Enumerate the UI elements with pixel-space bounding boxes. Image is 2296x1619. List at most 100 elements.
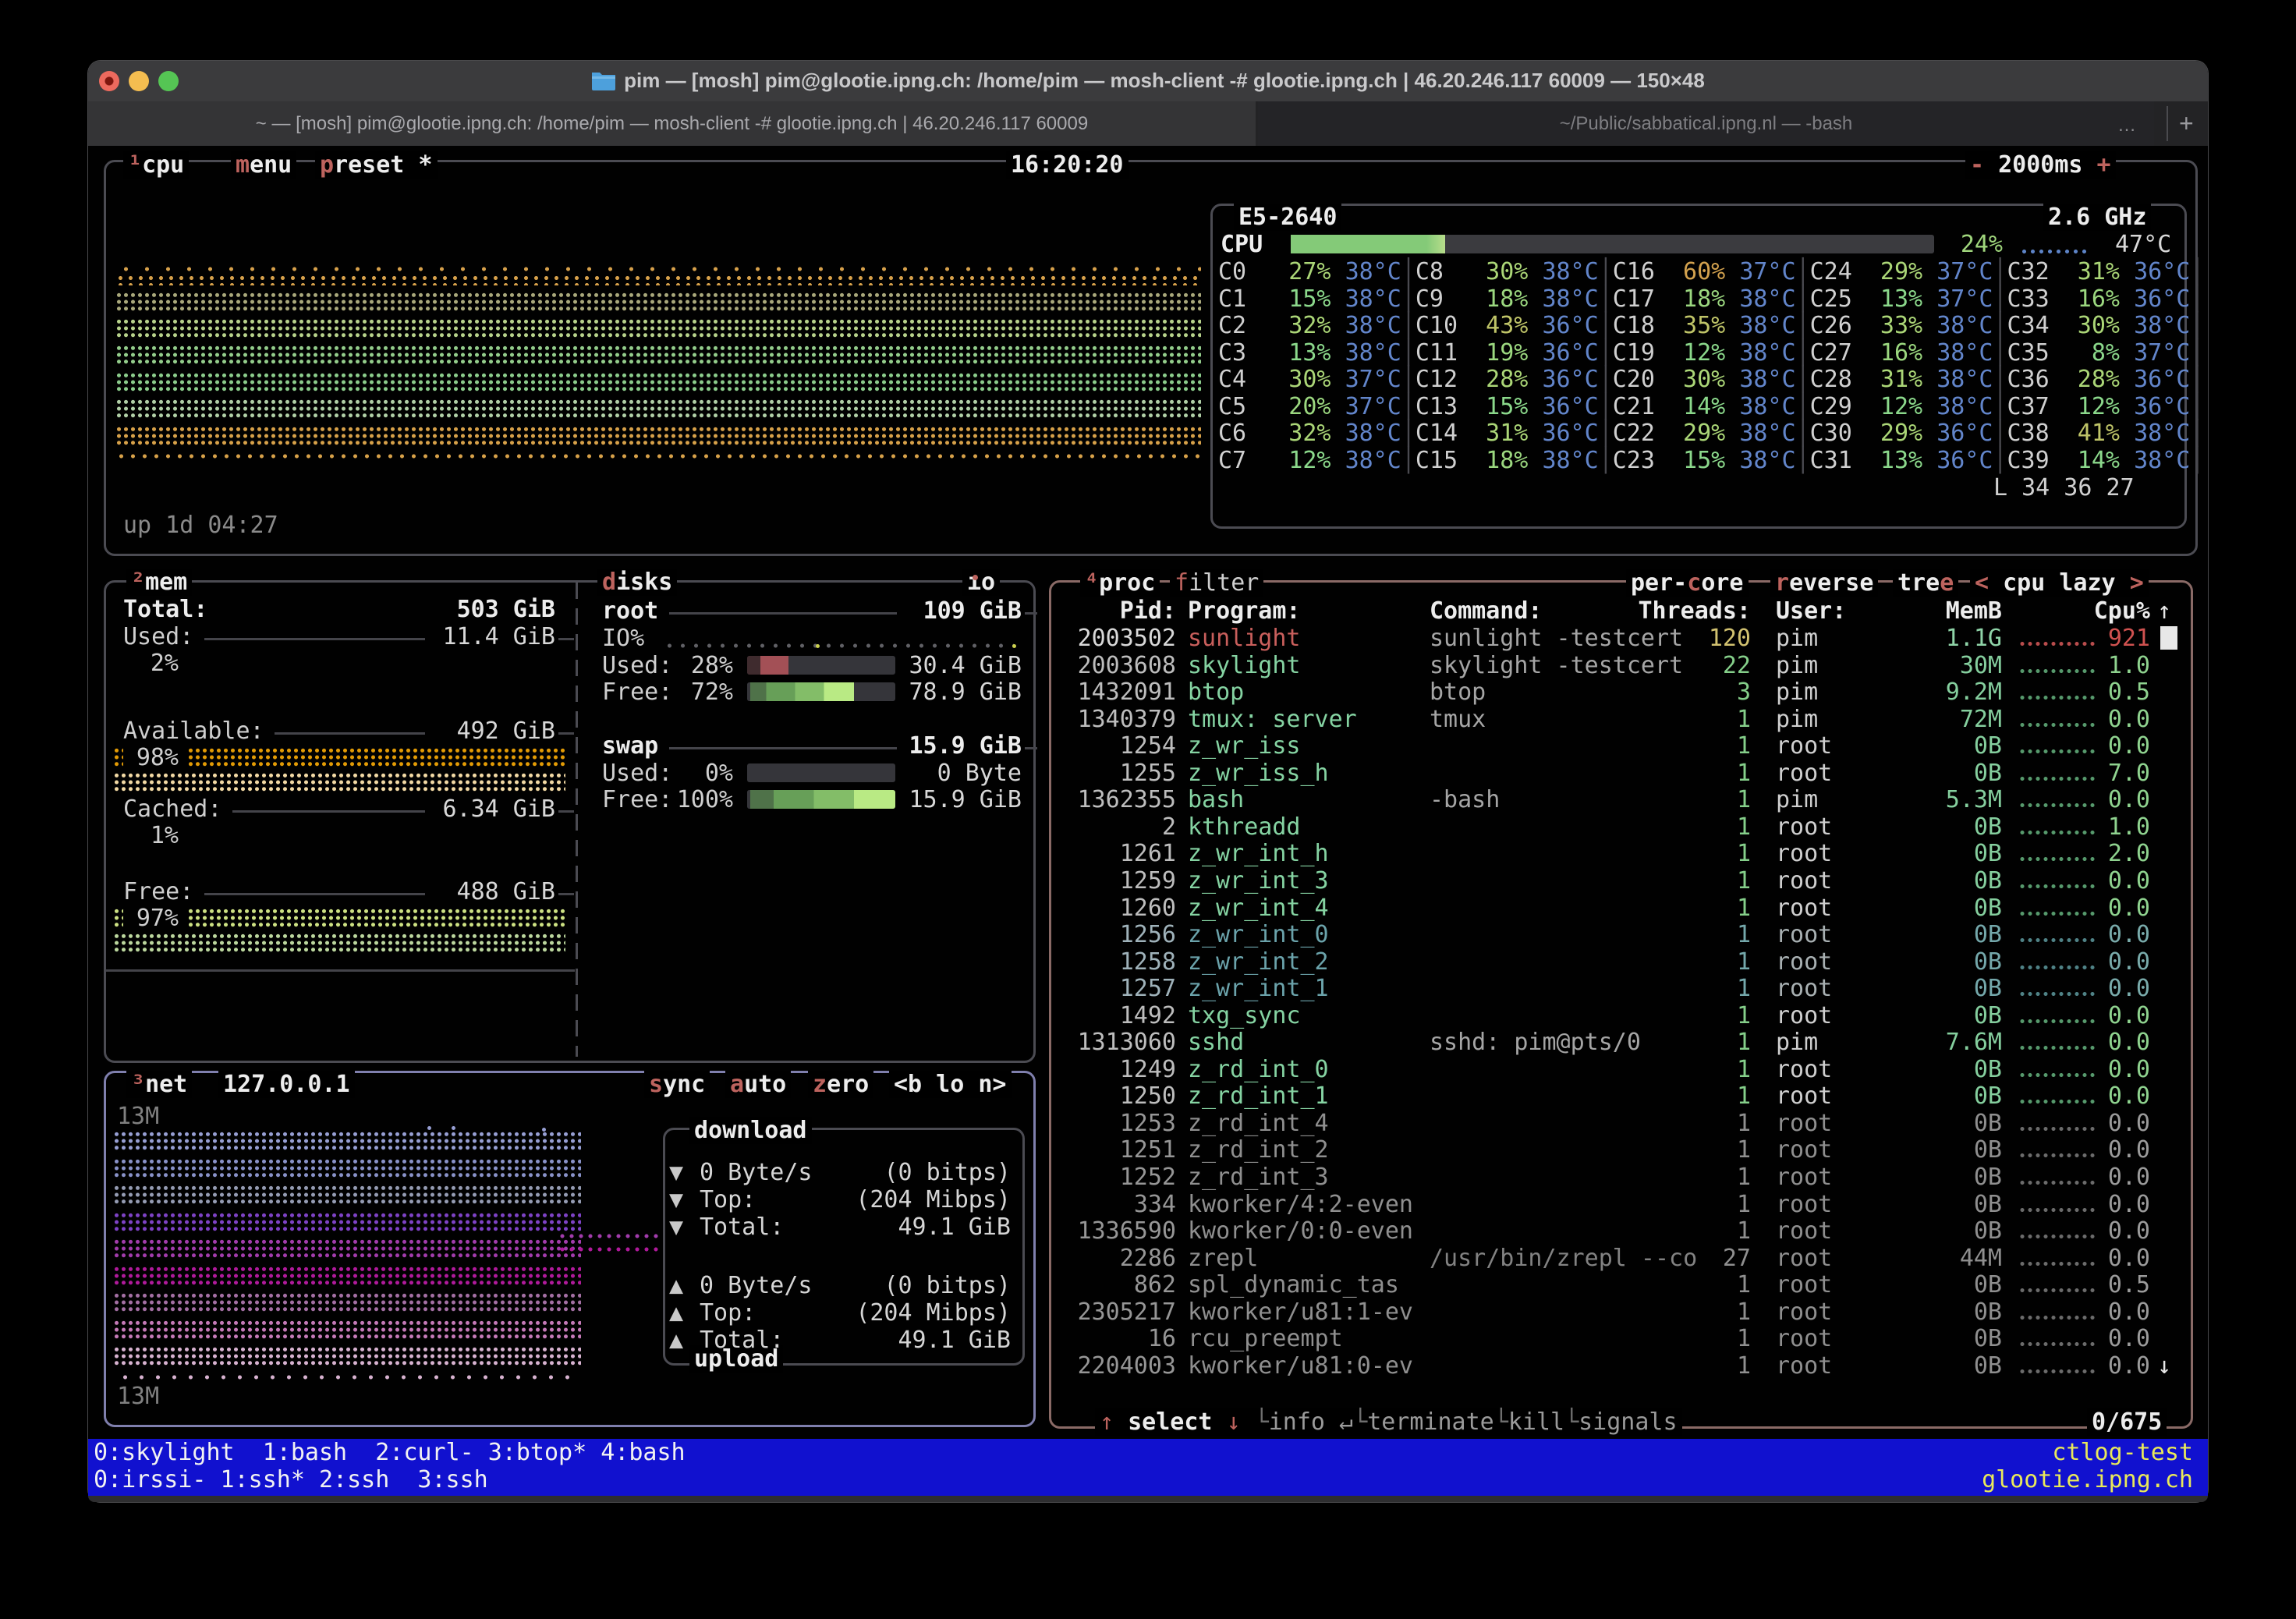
disk-io-label: IO%	[602, 625, 644, 652]
net-graph-band	[113, 1238, 581, 1259]
proc-pid: 2204003	[1051, 1352, 1176, 1380]
proc-pid: 1254	[1051, 732, 1176, 760]
upload-arrow-icon: ▲	[669, 1327, 683, 1354]
proc-program: z_wr_int_0	[1188, 921, 1329, 948]
net-dot	[542, 1128, 546, 1132]
proc-cpu: 0.5	[2049, 678, 2150, 706]
proc-threads: 1	[1626, 1136, 1751, 1164]
mem-stat-label: Total:	[123, 596, 207, 623]
proc-user: root	[1776, 975, 1832, 1002]
tmux-session-line2: glootie.ipng.ch	[1794, 1466, 2193, 1493]
divider-line	[1025, 747, 1037, 749]
proc-mem: 0B	[1901, 975, 2002, 1002]
proc-program: rcu_preempt	[1188, 1325, 1343, 1352]
mem-stat-value: 488 GiB	[353, 878, 555, 905]
proc-threads: 1	[1626, 840, 1751, 867]
proc-program: kworker/0:0-even	[1188, 1217, 1413, 1245]
proc-mem: 0B	[1901, 1325, 2002, 1352]
window-bottom-edge	[88, 1496, 2208, 1502]
proc-header-cpu: Cpu%	[2049, 597, 2150, 625]
proc-option-reverse[interactable]: reverse	[1770, 569, 1878, 597]
proc-program: bash	[1188, 786, 1244, 813]
download-label: Top:	[700, 1186, 756, 1213]
net-dot	[427, 1126, 431, 1130]
proc-threads: 1	[1626, 760, 1751, 787]
disk-name: swap	[602, 732, 658, 760]
net-interface-switch[interactable]: <b lo n>	[889, 1071, 1012, 1098]
net-tail	[558, 1233, 663, 1239]
proc-scroll-down-icon: ↓	[2157, 1352, 2171, 1380]
proc-user: root	[1776, 1217, 1832, 1245]
mem-stat-label: Used:	[123, 623, 193, 650]
proc-option-per-core[interactable]: per-core	[1626, 569, 1749, 597]
mem-stat-pct: 98%	[116, 744, 179, 771]
proc-user: root	[1776, 921, 1832, 948]
disk-row-value: 0 Byte	[889, 760, 1022, 787]
proc-pid: 334	[1051, 1191, 1176, 1218]
proc-mem: 0B	[1901, 1082, 2002, 1110]
cpu-box-title: ¹cpu	[123, 151, 189, 179]
proc-pid: 2	[1051, 813, 1176, 841]
proc-mem: 0B	[1901, 840, 2002, 867]
proc-cpu: 0.0	[2049, 1352, 2150, 1380]
proc-threads: 1	[1626, 948, 1751, 976]
proc-user: root	[1776, 1082, 1832, 1110]
mem-meter	[187, 908, 565, 928]
net-zero-button[interactable]: zero	[808, 1071, 873, 1098]
net-graph-band	[113, 1212, 581, 1233]
proc-user: root	[1776, 1191, 1832, 1218]
disk-size: 15.9 GiB	[881, 732, 1022, 760]
net-auto-button[interactable]: auto	[725, 1071, 791, 1098]
proc-cpu: 0.0	[2049, 1325, 2150, 1352]
net-interface[interactable]: 127.0.0.1	[218, 1071, 355, 1098]
proc-threads: 120	[1626, 625, 1751, 652]
upload-value: (0 bitps)	[777, 1272, 1011, 1299]
proc-user: root	[1776, 1271, 1832, 1298]
proc-program: z_rd_int_0	[1188, 1056, 1329, 1083]
mem-stat-label: Free:	[123, 878, 193, 905]
load-average: L 34 36 27	[1993, 474, 2135, 501]
proc-cpu: 0.0	[2049, 1056, 2150, 1083]
proc-pid: 2003502	[1051, 625, 1176, 652]
tmux-windows-line2[interactable]: 0:irssi- 1:ssh* 2:ssh 3:ssh	[94, 1466, 488, 1493]
upload-arrow-icon: ▲	[669, 1272, 683, 1299]
download-value: 49.1 GiB	[777, 1213, 1011, 1241]
proc-scrollbar[interactable]	[2160, 626, 2177, 650]
proc-threads: 1	[1626, 1271, 1751, 1298]
proc-program: kthreadd	[1188, 813, 1301, 841]
proc-option-tree[interactable]: tree	[1893, 569, 1958, 597]
proc-header-user: User:	[1776, 597, 1846, 625]
proc-box-title: ⁴proc	[1080, 569, 1160, 597]
proc-cpu: 0.0	[2049, 1245, 2150, 1272]
proc-threads: 22	[1626, 652, 1751, 679]
proc-mem: 0B	[1901, 1271, 2002, 1298]
proc-cpu: 0.0	[2049, 786, 2150, 813]
proc-cpu: 0.0	[2049, 1164, 2150, 1191]
proc-threads: 1	[1626, 706, 1751, 733]
net-graph-sparse	[117, 1373, 577, 1381]
io-accent-dot	[816, 644, 820, 648]
cpu-model: E5-2640	[1234, 204, 1341, 231]
proc-cpu: 0.0	[2049, 1217, 2150, 1245]
proc-pid: 2003608	[1051, 652, 1176, 679]
update-interval[interactable]: - 2000ms +	[1965, 151, 2116, 179]
proc-program: zrepl	[1188, 1245, 1258, 1272]
tmux-windows-line1[interactable]: 0:skylight 1:bash 2:curl- 3:btop* 4:bash	[94, 1439, 686, 1466]
net-scale-top: 13M	[117, 1103, 159, 1130]
proc-threads: 1	[1626, 1056, 1751, 1083]
proc-mem: 30M	[1901, 652, 2002, 679]
upload-label: Total:	[700, 1327, 784, 1354]
net-sync-button[interactable]: sync	[644, 1071, 710, 1098]
menu-button[interactable]: menu	[231, 151, 296, 179]
cpu-core-row: C6 32% 38°C│C14 31% 36°C│C22 29% 38°C│C3…	[1218, 420, 2204, 447]
proc-filter-button[interactable]: filter	[1170, 569, 1263, 597]
mem-stat-value: 11.4 GiB	[353, 623, 555, 650]
disk-bar	[747, 763, 895, 782]
proc-sort-selector[interactable]: < cpu lazy >	[1970, 569, 2149, 597]
tmux-session-line1: ctlog-test	[1794, 1439, 2193, 1466]
preset-button[interactable]: preset *	[315, 151, 438, 179]
proc-threads: 1	[1626, 1002, 1751, 1029]
disk-row-value: 30.4 GiB	[889, 652, 1022, 679]
proc-user: root	[1776, 1110, 1832, 1137]
proc-program: z_wr_int_2	[1188, 948, 1329, 976]
